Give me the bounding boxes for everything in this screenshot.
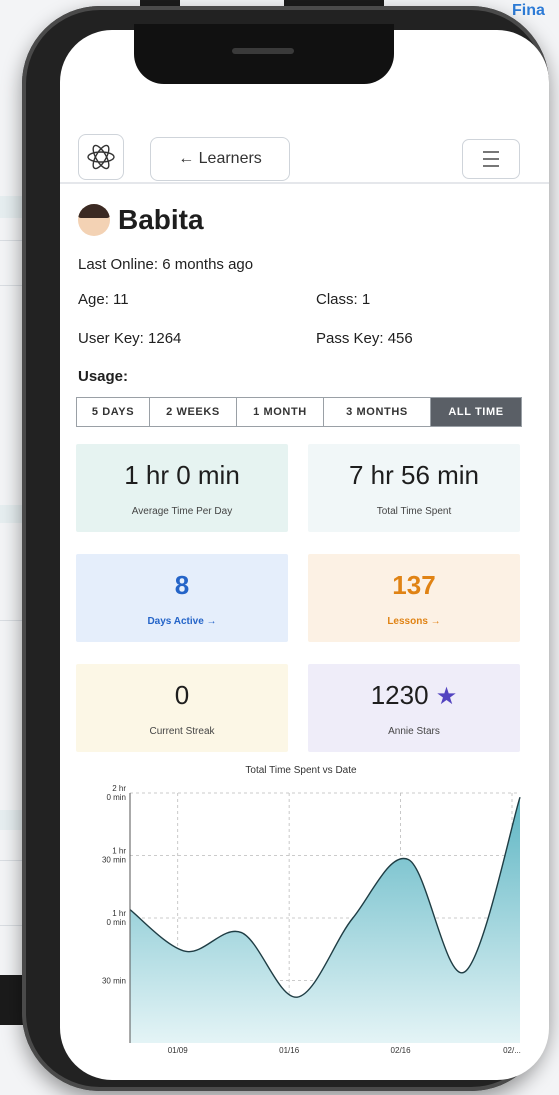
hamburger-icon — [483, 165, 499, 167]
age-text: Age: 11 — [78, 291, 129, 308]
tab-3-months[interactable]: 3 MONTHS — [324, 398, 431, 426]
hamburger-menu-button[interactable] — [462, 139, 520, 179]
tab-2-weeks[interactable]: 2 WEEKS — [150, 398, 237, 426]
last-online-text: Last Online: 6 months ago — [78, 256, 254, 273]
avatar-icon — [78, 204, 110, 236]
days-active-link[interactable]: Days Active → — [76, 616, 288, 627]
average-time-value: 1 hr 0 min — [124, 460, 240, 490]
chart-x-tick-label: 02/16 — [391, 1046, 412, 1053]
lessons-link[interactable]: Lessons → — [308, 616, 520, 627]
total-time-label: Total Time Spent — [376, 506, 452, 517]
days-active-card[interactable]: 8 Days Active → — [76, 554, 288, 642]
tab-1-month[interactable]: 1 MONTH — [237, 398, 324, 426]
background-link-text: Fina — [512, 2, 545, 19]
chart-title: Total Time Spent vs Date — [245, 765, 357, 776]
chart-y-tick-label: 0 min — [106, 918, 126, 927]
usage-period-tabs: 5 DAYS 2 WEEKS 1 MONTH 3 MONTHS ALL TIME — [76, 397, 522, 427]
star-icon: ★ — [435, 683, 458, 710]
tab-5-days[interactable]: 5 DAYS — [77, 398, 150, 426]
average-time-card: 1 hr 0 min Average Time Per Day — [76, 444, 288, 532]
current-streak-label: Current Streak — [149, 726, 215, 737]
chart-y-tick-label: 0 min — [106, 793, 126, 802]
hamburger-icon — [483, 151, 499, 153]
days-active-value: 8 — [174, 570, 190, 600]
lessons-value: 137 — [392, 570, 436, 600]
annie-stars-value: 1230 — [370, 680, 429, 710]
chart-plot: 2 hr0 min1 hr30 min1 hr0 min30 min01/09 0… — [102, 784, 521, 1053]
phone-screen: ← Learners Babita Last Online: 6 months … — [60, 30, 549, 1080]
atom-icon — [87, 144, 115, 170]
learner-name: Babita — [118, 204, 204, 235]
back-to-learners-button[interactable]: ← Learners — [150, 137, 290, 181]
chart-y-tick-label: 1 hr — [112, 847, 126, 856]
phone-notch — [134, 24, 394, 84]
annie-stars-value-row: 1230 ★ — [308, 680, 520, 711]
chart-x-tick-label: 02/... — [503, 1046, 521, 1053]
learner-name-row: Babita — [78, 204, 204, 236]
chart-y-tick-label: 30 min — [102, 977, 126, 986]
home-logo-button[interactable] — [78, 134, 124, 180]
annie-stars-label: Annie Stars — [388, 726, 440, 737]
chart-y-tick-label: 2 hr — [112, 784, 126, 793]
user-key-text: User Key: 1264 — [78, 330, 182, 347]
hamburger-icon — [483, 158, 499, 160]
chart-x-tick-label: 01/16 — [279, 1046, 300, 1053]
class-text: Class: 1 — [316, 291, 371, 308]
chart-y-tick-label: 30 min — [102, 856, 126, 865]
phone-speaker — [232, 48, 294, 54]
time-spent-chart: Total Time Spent vs Date 2 hr 0 min 1 hr 30… — [78, 765, 524, 1055]
average-time-label: Average Time Per Day — [131, 506, 233, 517]
total-time-value: 7 hr 56 min — [348, 460, 480, 490]
annie-stars-card: 1230 ★ Annie Stars — [308, 664, 520, 752]
lessons-card[interactable]: 137 Lessons → — [308, 554, 520, 642]
chart-x-tick-label: 01/09 — [168, 1046, 189, 1053]
chart-y-tick-label: 1 hr — [112, 909, 126, 918]
current-streak-card: 0 Current Streak — [76, 664, 288, 752]
current-streak-value: 0 — [174, 680, 190, 710]
usage-label: Usage: — [78, 368, 129, 385]
top-nav-bar: ← Learners — [60, 110, 549, 184]
chart-area-fill — [130, 797, 520, 1043]
total-time-card: 7 hr 56 min Total Time Spent — [308, 444, 520, 532]
pass-key-text: Pass Key: 456 — [316, 330, 413, 347]
tab-all-time[interactable]: ALL TIME — [431, 398, 521, 426]
